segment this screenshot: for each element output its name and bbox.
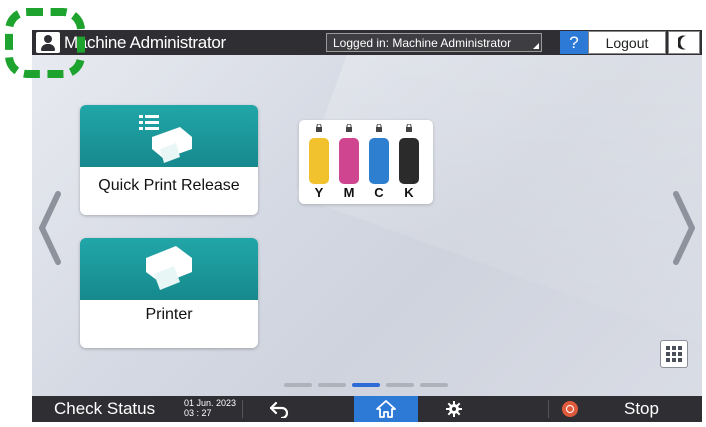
login-status-field[interactable]: Logged in: Machine Administrator	[326, 33, 542, 52]
page-dot[interactable]	[318, 383, 346, 387]
page-dot[interactable]	[284, 383, 312, 387]
login-status-text: Logged in: Machine Administrator	[333, 36, 512, 50]
toner-cartridge-yellow	[309, 138, 329, 184]
logout-button[interactable]: Logout	[588, 31, 666, 54]
toner-letter: Y	[314, 185, 324, 200]
previous-page-arrow-icon[interactable]	[36, 190, 62, 266]
date-time: 01 Jun. 2023 03 : 27	[184, 398, 236, 418]
gear-icon[interactable]	[446, 401, 462, 417]
printer-tile[interactable]: Printer	[80, 238, 258, 348]
energy-saver-button[interactable]	[668, 31, 700, 54]
app-list-button[interactable]	[660, 340, 688, 368]
tile-label: Quick Print Release	[98, 177, 240, 194]
page-dot[interactable]	[386, 383, 414, 387]
lock-icon	[346, 124, 352, 132]
back-icon[interactable]	[268, 400, 290, 418]
toner-cartridge-magenta	[339, 138, 359, 184]
toner-cartridge-cyan	[369, 138, 389, 184]
printer-icon	[146, 246, 192, 290]
next-page-arrow-icon[interactable]	[672, 190, 698, 266]
lock-icon	[406, 124, 412, 132]
expand-corner-icon	[533, 43, 539, 49]
bottom-bar: Check Status 01 Jun. 2023 03 : 27 Stop	[32, 396, 702, 422]
home-screen	[32, 30, 702, 422]
time-text: 03 : 27	[184, 408, 212, 418]
grid-icon	[666, 346, 682, 362]
toner-level-widget[interactable]: Y M C K	[299, 120, 433, 204]
quick-print-release-tile[interactable]: Quick Print Release	[80, 105, 258, 215]
printer-document-list-icon	[139, 115, 192, 163]
page-dot[interactable]	[420, 383, 448, 387]
lock-icon	[376, 124, 382, 132]
focus-highlight	[5, 8, 85, 78]
stop-button[interactable]: Stop	[624, 399, 659, 419]
toner-letter: K	[404, 185, 414, 200]
user-title: Machine Administrator	[64, 33, 226, 52]
toner-letter: C	[374, 185, 384, 200]
toner-letter: M	[343, 185, 355, 200]
home-icon	[376, 400, 396, 418]
lock-icon	[316, 124, 322, 132]
help-button[interactable]: ?	[560, 31, 588, 54]
page-dot-active[interactable]	[352, 383, 380, 387]
date-text: 01 Jun. 2023	[184, 398, 237, 408]
toner-cartridge-black	[399, 138, 419, 184]
check-status-button[interactable]: Check Status	[54, 399, 155, 419]
top-bar: Machine Administrator Logged in: Machine…	[32, 30, 702, 55]
tile-label: Printer	[145, 306, 193, 323]
home-button[interactable]	[354, 396, 418, 422]
moon-icon	[678, 35, 686, 50]
stop-icon[interactable]	[562, 401, 578, 417]
